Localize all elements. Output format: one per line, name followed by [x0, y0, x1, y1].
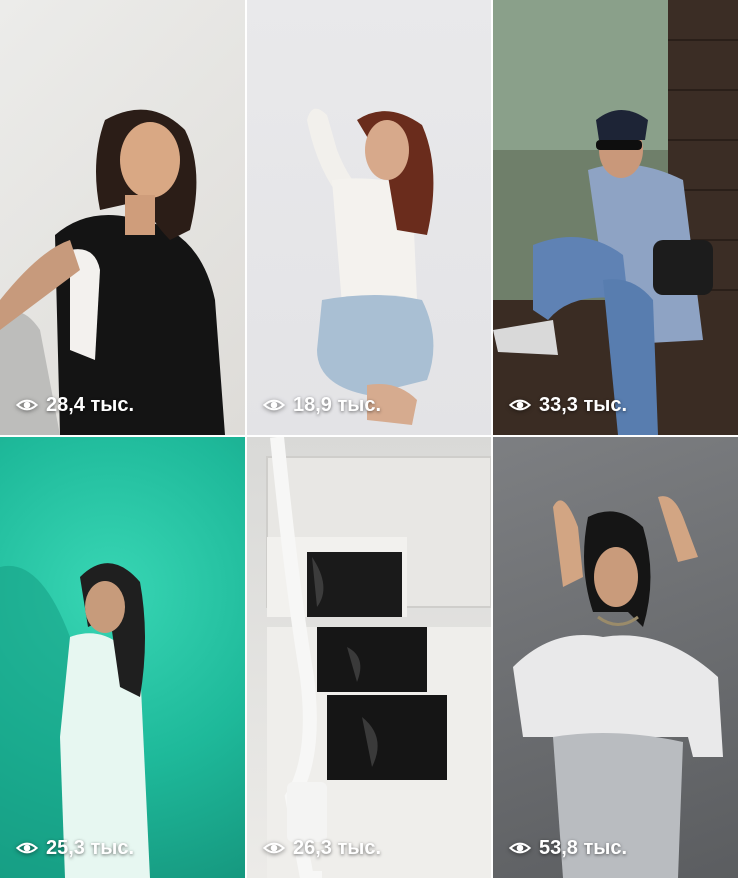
eye-icon [509, 842, 531, 854]
view-count-label: 18,9 тыс. [293, 393, 382, 416]
eye-icon [263, 399, 285, 411]
eye-icon [509, 399, 531, 411]
reel-tile[interactable]: 33,3 тыс. [493, 0, 738, 435]
view-count: 33,3 тыс. [509, 391, 627, 419]
reel-thumbnail [307, 108, 434, 425]
eye-icon [16, 399, 38, 411]
view-count-label: 53,8 тыс. [539, 836, 628, 859]
reel-thumbnail [266, 437, 491, 878]
view-count: 25,3 тыс. [16, 834, 134, 862]
view-count-label: 25,3 тыс. [46, 836, 135, 859]
reels-grid: 28,4 тыс. 18,9 тыс. 33,3 тыс. 25,3 тыс. … [0, 0, 738, 878]
reel-tile[interactable]: 53,8 тыс. [493, 437, 738, 878]
reel-thumbnail [0, 109, 225, 435]
view-count: 26,3 тыс. [263, 834, 381, 862]
view-count-label: 33,3 тыс. [539, 393, 628, 416]
view-count-label: 28,4 тыс. [46, 393, 135, 416]
reel-tile[interactable]: 25,3 тыс. [0, 437, 245, 878]
eye-icon [16, 842, 38, 854]
view-count-label: 26,3 тыс. [293, 836, 382, 859]
view-count: 28,4 тыс. [16, 391, 134, 419]
reel-thumbnail [0, 563, 150, 878]
view-count: 53,8 тыс. [509, 834, 627, 862]
reel-tile[interactable]: 18,9 тыс. [247, 0, 491, 435]
reel-thumbnail [493, 0, 738, 435]
view-count: 18,9 тыс. [263, 391, 381, 419]
reel-tile[interactable]: 26,3 тыс. [247, 437, 491, 878]
reel-thumbnail [513, 496, 723, 878]
reel-tile[interactable]: 28,4 тыс. [0, 0, 245, 435]
eye-icon [263, 842, 285, 854]
